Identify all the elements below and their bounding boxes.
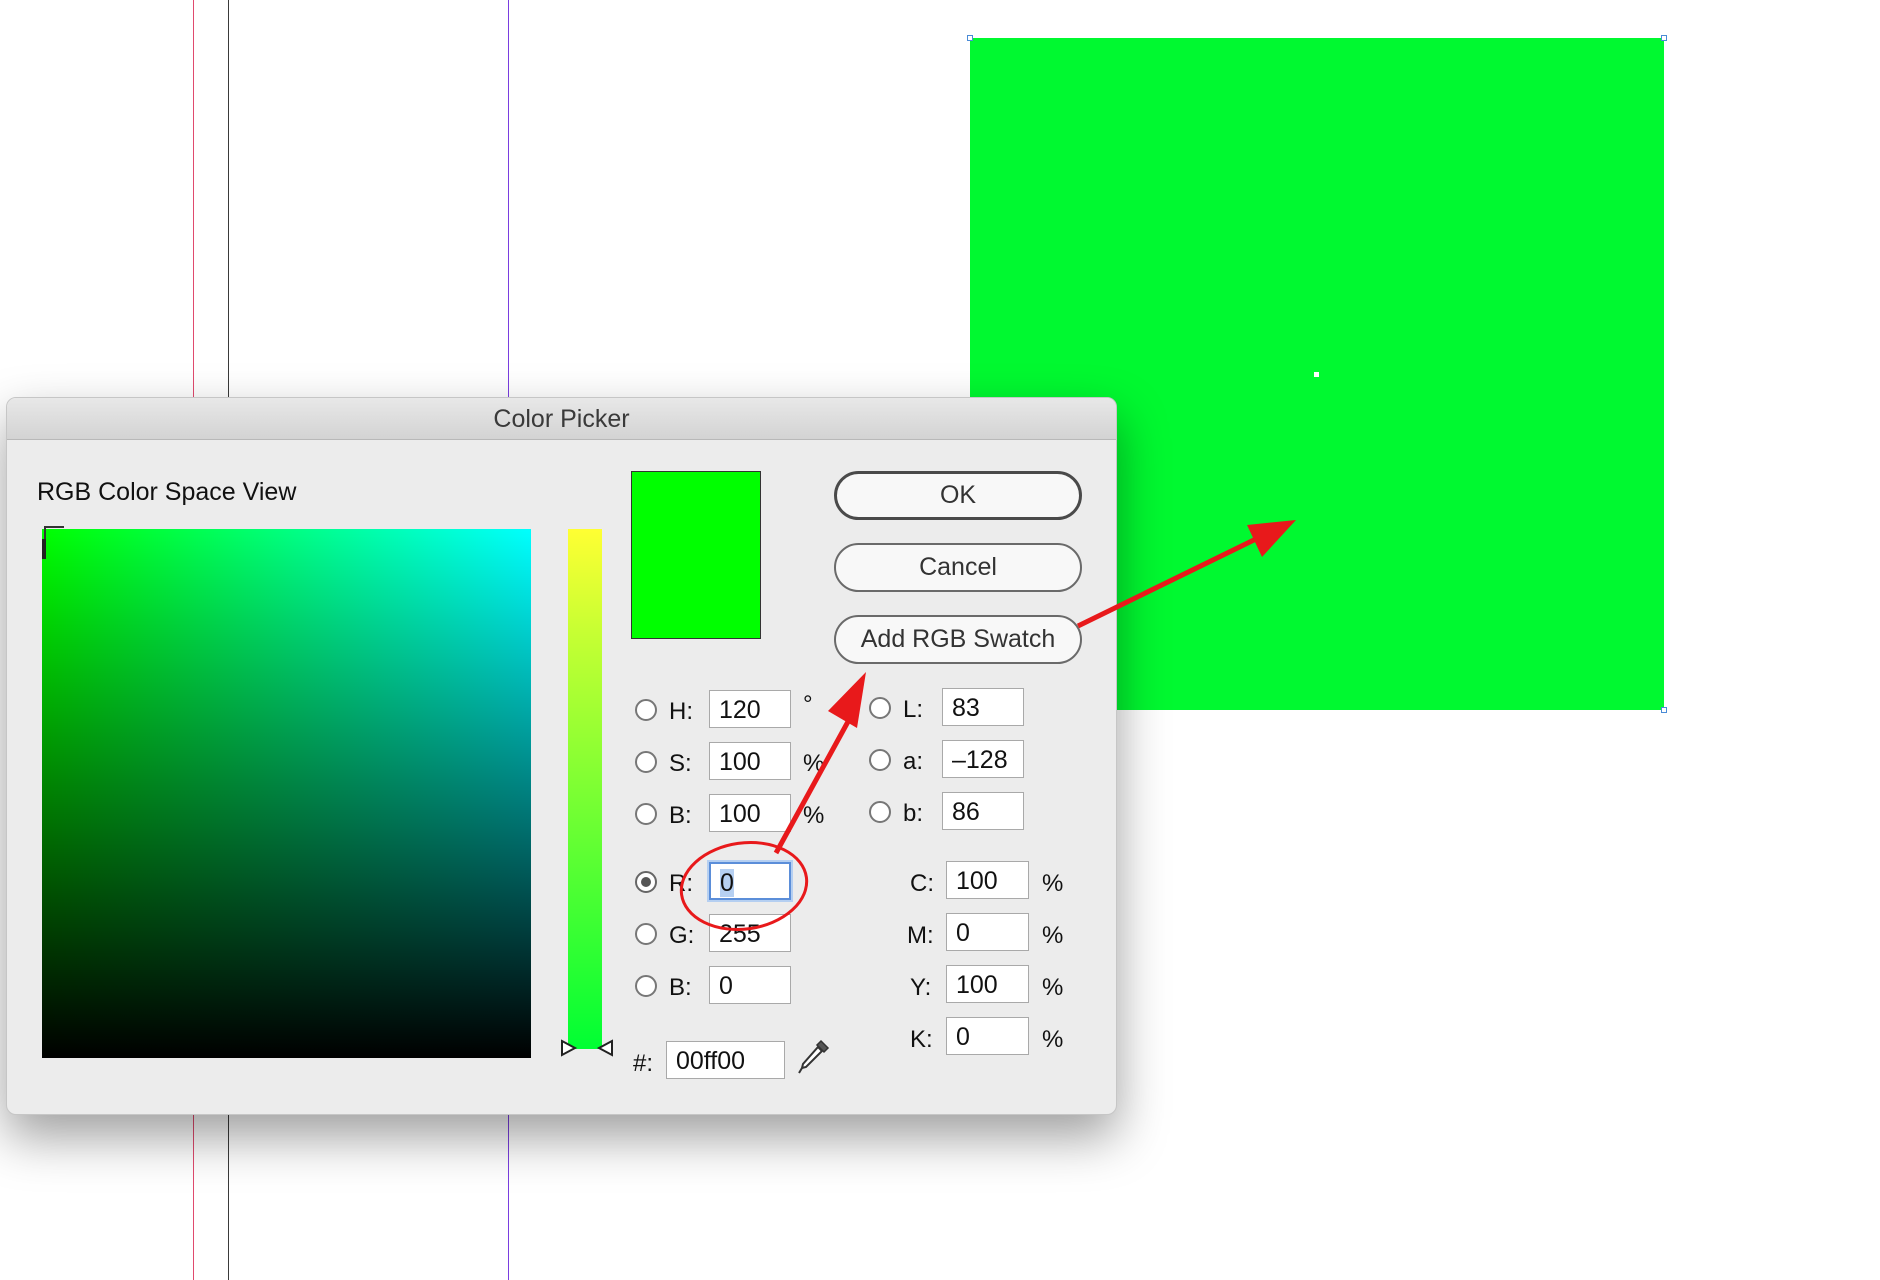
- label-k: K:: [910, 1026, 933, 1053]
- label-a: a:: [903, 748, 924, 775]
- label-hex: #:: [633, 1050, 654, 1077]
- radio-b-brightness[interactable]: [635, 803, 657, 825]
- radio-h[interactable]: [635, 699, 657, 721]
- label-y: Y:: [910, 974, 932, 1001]
- input-a[interactable]: –128: [942, 740, 1024, 778]
- input-r-selected-text: 0: [720, 869, 734, 897]
- ok-button[interactable]: OK: [834, 471, 1082, 520]
- unit-s: %: [803, 750, 825, 777]
- radio-g[interactable]: [635, 923, 657, 945]
- input-m[interactable]: 0: [946, 913, 1029, 951]
- dialog-title: Color Picker: [7, 398, 1116, 440]
- label-s: S:: [669, 750, 692, 777]
- input-h[interactable]: 120: [709, 690, 791, 728]
- add-rgb-swatch-button[interactable]: Add RGB Swatch: [834, 615, 1082, 664]
- label-b-brightness: B:: [669, 802, 692, 829]
- label-g: G:: [669, 922, 695, 949]
- radio-s[interactable]: [635, 751, 657, 773]
- color-field-marker-edge: [42, 539, 46, 559]
- input-b-blue[interactable]: 0: [709, 966, 791, 1004]
- label-b-lab: b:: [903, 800, 924, 827]
- label-b-blue: B:: [669, 974, 692, 1001]
- input-g[interactable]: 255: [709, 914, 791, 952]
- label-c: C:: [910, 870, 934, 897]
- radio-r[interactable]: [635, 871, 657, 893]
- unit-k: %: [1042, 1026, 1064, 1053]
- input-l[interactable]: 83: [942, 688, 1024, 726]
- input-s[interactable]: 100: [709, 742, 791, 780]
- label-l: L:: [903, 696, 924, 723]
- input-hex[interactable]: 00ff00: [666, 1041, 785, 1079]
- unit-b-brightness: %: [803, 802, 825, 829]
- color-field[interactable]: [42, 529, 531, 1058]
- unit-m: %: [1042, 922, 1064, 949]
- input-c[interactable]: 100: [946, 861, 1029, 899]
- color-field-marker[interactable]: [44, 526, 64, 546]
- selection-handle-bottom-right[interactable]: [1661, 707, 1667, 713]
- color-slider-bar[interactable]: [568, 529, 602, 1049]
- input-r[interactable]: 0: [709, 862, 791, 900]
- radio-l[interactable]: [869, 697, 891, 719]
- input-y[interactable]: 100: [946, 965, 1029, 1003]
- input-b-brightness[interactable]: 100: [709, 794, 791, 832]
- label-m: M:: [907, 922, 934, 949]
- selection-handle-top-left[interactable]: [967, 35, 973, 41]
- cancel-button[interactable]: Cancel: [834, 543, 1082, 592]
- unit-h: °: [803, 691, 813, 718]
- color-preview-swatch: [631, 471, 761, 639]
- unit-c: %: [1042, 870, 1064, 897]
- label-r: R:: [669, 870, 693, 897]
- color-picker-dialog: Color Picker RGB Color Space View OK Can…: [6, 397, 1117, 1115]
- object-center-point: [1314, 372, 1319, 377]
- eyedropper-icon[interactable]: [797, 1038, 831, 1076]
- slider-handle-icon[interactable]: [557, 1038, 617, 1058]
- radio-a[interactable]: [869, 749, 891, 771]
- color-space-view-label: RGB Color Space View: [37, 478, 297, 506]
- radio-b-lab[interactable]: [869, 801, 891, 823]
- unit-y: %: [1042, 974, 1064, 1001]
- selection-handle-top-right[interactable]: [1661, 35, 1667, 41]
- input-b-lab[interactable]: 86: [942, 792, 1024, 830]
- input-k[interactable]: 0: [946, 1017, 1029, 1055]
- radio-b-blue[interactable]: [635, 975, 657, 997]
- label-h: H:: [669, 698, 693, 725]
